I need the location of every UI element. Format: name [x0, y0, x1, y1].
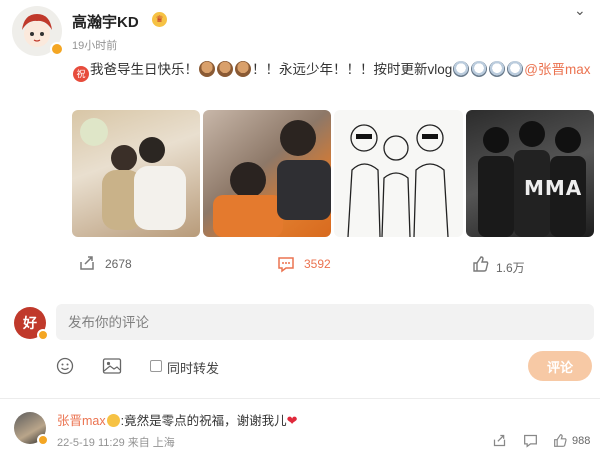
reply-like-button[interactable] [553, 433, 568, 453]
comment-input[interactable] [56, 304, 594, 340]
repost-checkbox[interactable] [150, 360, 162, 372]
comment-icon [278, 257, 294, 273]
post-image-1[interactable] [72, 110, 200, 237]
verified-badge-icon [37, 434, 49, 446]
cake-emoji-icon [199, 61, 215, 77]
photo-content-icon [80, 118, 186, 230]
like-icon [554, 434, 567, 447]
reply-text: :竟然是零点的祝福，谢谢我儿 [120, 414, 287, 428]
post-text-part-1: 我爸导生日快乐！ [90, 62, 198, 77]
comment-button[interactable] [277, 255, 295, 278]
repost-label[interactable]: 同时转发 [167, 358, 219, 377]
photo-content-icon [478, 121, 586, 237]
repost-count[interactable]: 2678 [105, 257, 132, 271]
reply-repost-button[interactable] [492, 433, 507, 453]
image-icon [102, 358, 122, 374]
face-emoji-icon [453, 61, 470, 77]
cake-emoji-icon [235, 61, 251, 77]
heart-icon: ❤ [286, 413, 298, 428]
image-overlay-text: MMA [524, 176, 583, 200]
face-emoji-icon [489, 61, 506, 77]
repost-button[interactable] [78, 254, 96, 277]
comment-icon [524, 434, 537, 448]
post-text-part-2: ！！永远少年！！！按时更新vlog [252, 62, 453, 77]
birthday-emoji-icon: 祝 [73, 66, 89, 82]
verified-badge-icon [50, 42, 64, 56]
reply-meta: 22-5-19 11:29 来自 上海 [57, 437, 175, 449]
like-button[interactable] [472, 255, 490, 278]
post-timestamp[interactable]: 19小时前 [72, 37, 117, 53]
reply-content: 张晋max :竟然是零点的祝福，谢谢我儿❤ [57, 410, 298, 429]
sketch-illustration-icon [347, 124, 449, 237]
face-emoji-icon [471, 61, 488, 77]
chevron-down-icon[interactable]: ⌄ [574, 2, 586, 19]
like-icon [473, 256, 489, 272]
face-emoji-icon [507, 61, 524, 77]
post-text: 祝我爸导生日快乐！ ！！永远少年！！！按时更新vlog @张晋max [72, 57, 592, 83]
divider [0, 398, 600, 399]
author-avatar[interactable] [12, 6, 64, 58]
author-name[interactable]: 高瀚宇KD [72, 11, 139, 32]
member-crown-icon: ♛ [152, 12, 167, 27]
emoji-icon [56, 357, 74, 375]
like-count[interactable]: 1.6万 [496, 259, 525, 276]
post-image-4[interactable]: MMA [466, 110, 594, 237]
comment-count[interactable]: 3592 [304, 257, 331, 271]
repost-icon [493, 434, 506, 447]
verified-badge-icon [37, 329, 49, 341]
repost-icon [80, 256, 94, 270]
reply-username[interactable]: 张晋max [57, 414, 106, 428]
current-user-avatar[interactable]: 好 [14, 307, 49, 341]
photo-content-icon [213, 120, 331, 237]
image-upload-button[interactable] [102, 357, 122, 380]
post-image-2[interactable] [203, 110, 331, 237]
submit-comment-button[interactable]: 评论 [528, 351, 592, 381]
post-image-3[interactable] [334, 110, 463, 237]
mention-link[interactable]: @张晋max [524, 62, 590, 77]
avatar-char: 好 [23, 315, 37, 331]
reply-like-count[interactable]: 988 [572, 435, 590, 447]
reply-avatar[interactable] [14, 412, 49, 446]
cake-emoji-icon [217, 61, 233, 77]
emoji-button[interactable] [56, 357, 74, 380]
reply-comment-button[interactable] [523, 433, 538, 453]
member-crown-icon [106, 414, 120, 427]
